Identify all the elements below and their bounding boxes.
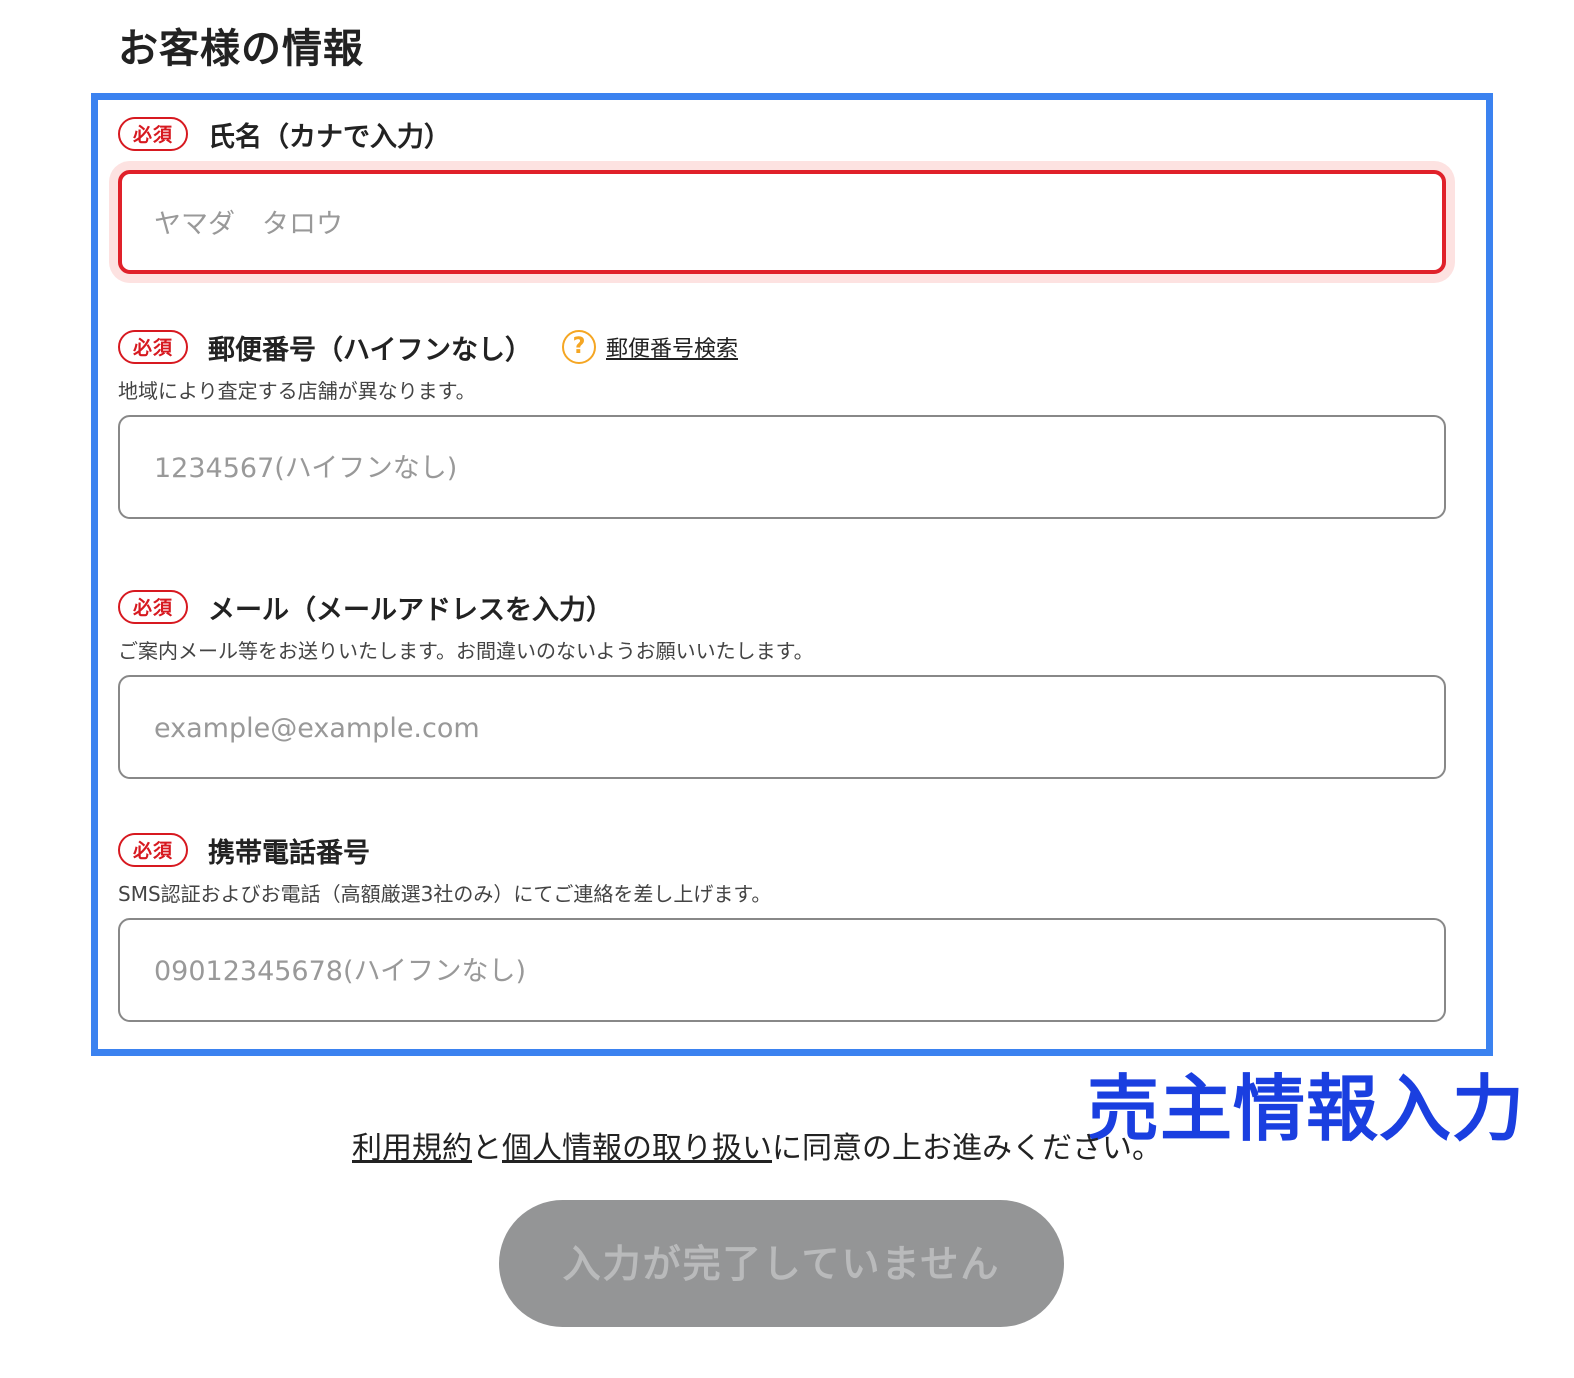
- required-badge: 必須: [118, 833, 188, 867]
- terms-link[interactable]: 利用規約: [352, 1131, 472, 1166]
- postal-label: 郵便番号（ハイフンなし）: [208, 334, 532, 366]
- phone-label: 携帯電話番号: [208, 837, 370, 869]
- email-input-box: [118, 675, 1446, 779]
- required-badge: 必須: [118, 330, 188, 364]
- email-label: メール（メールアドレスを入力）: [208, 594, 613, 626]
- phone-field: 必須 携帯電話番号 SMS認証およびお電話（高額厳選3社のみ）にてご連絡を差し上…: [118, 830, 1446, 1022]
- email-label-row: 必須 メール（メールアドレスを入力）: [118, 587, 1446, 627]
- postal-field: 必須 郵便番号（ハイフンなし） ? 郵便番号検索 地域により査定する店舗が異なり…: [118, 327, 1446, 519]
- required-badge: 必須: [118, 117, 188, 151]
- consent-rest: に同意の上お進みください。: [772, 1131, 1162, 1166]
- form-page: お客様の情報 必須 氏名（カナで入力） 必須 郵便番号（ハイフンなし） ? 郵便…: [0, 0, 1574, 1378]
- phone-input[interactable]: [152, 920, 1416, 1022]
- name-label: 氏名（カナで入力）: [208, 121, 451, 153]
- postal-label-row: 必須 郵便番号（ハイフンなし） ? 郵便番号検索: [118, 327, 1446, 367]
- name-field: 必須 氏名（カナで入力）: [118, 114, 1446, 274]
- submit-button[interactable]: 入力が完了していません: [499, 1200, 1064, 1327]
- name-input-box: [118, 170, 1446, 274]
- question-circle-icon[interactable]: ?: [562, 330, 596, 364]
- postal-note: 地域により査定する店舗が異なります。: [118, 379, 476, 403]
- name-input[interactable]: [152, 174, 1416, 274]
- privacy-link[interactable]: 個人情報の取り扱い: [502, 1131, 772, 1166]
- email-input[interactable]: [152, 677, 1416, 779]
- postal-input-box: [118, 415, 1446, 519]
- phone-label-row: 必須 携帯電話番号: [118, 830, 1446, 870]
- postal-search-link[interactable]: 郵便番号検索: [606, 331, 738, 363]
- consent-conjunction: と: [472, 1131, 502, 1166]
- phone-input-box: [118, 918, 1446, 1022]
- name-label-row: 必須 氏名（カナで入力）: [118, 114, 1446, 154]
- email-note: ご案内メール等をお送りいたします。お間違いのないようお願いいたします。: [118, 639, 814, 663]
- section-title: お客様の情報: [118, 26, 364, 72]
- email-field: 必須 メール（メールアドレスを入力） ご案内メール等をお送りいたします。お間違い…: [118, 587, 1446, 779]
- postal-input[interactable]: [152, 417, 1416, 519]
- phone-note: SMS認証およびお電話（高額厳選3社のみ）にてご連絡を差し上げます。: [118, 882, 772, 906]
- required-badge: 必須: [118, 590, 188, 624]
